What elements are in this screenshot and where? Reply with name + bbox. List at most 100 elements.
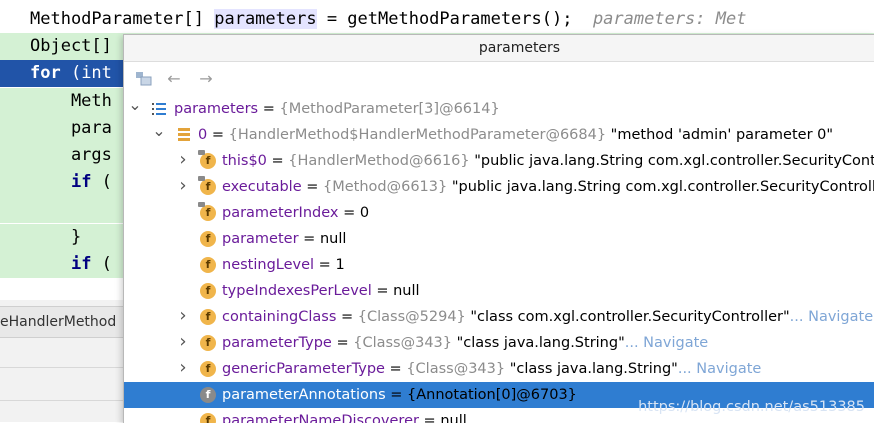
row-val: "class java.lang.String" — [452, 335, 625, 351]
field-icon: f — [200, 361, 216, 377]
row-val: 1 — [335, 257, 345, 273]
divider — [0, 367, 124, 368]
code-token: parameters — [214, 9, 317, 29]
row-eq: = — [314, 257, 336, 273]
row-name: this$0 — [222, 153, 267, 169]
code-token: Meth — [30, 90, 112, 111]
row-name: parameterIndex — [222, 205, 339, 221]
row-ref: {Class@343} — [406, 361, 506, 377]
row-nav[interactable]: ... Navigate — [625, 335, 708, 351]
expand-arrow-icon[interactable]: › — [176, 356, 190, 381]
row-eq: = — [385, 387, 407, 403]
row-eq: = — [371, 283, 394, 299]
row-name: 0 — [198, 127, 208, 143]
row-ref: {Class@5294} — [357, 309, 466, 325]
row-val: 0 — [359, 205, 370, 221]
field-icon: f — [200, 283, 216, 299]
divider — [0, 400, 124, 401]
array-list-icon — [152, 101, 166, 117]
row-eq: = — [331, 335, 354, 351]
row-eq: = — [258, 101, 280, 117]
expand-arrow-icon[interactable]: › — [176, 174, 190, 199]
tree-row[interactable]: ⌄ 0 = {HandlerMethod$HandlerMethodParamet… — [124, 122, 874, 148]
code-token: parameters: Met — [592, 9, 747, 29]
row-name: genericParameterType — [222, 361, 385, 377]
row-eq: = — [336, 309, 358, 325]
code-token: if — [70, 253, 92, 274]
row-val: "class java.lang.String" — [505, 361, 678, 377]
tree-row[interactable]: › f executable = {Method@6613} "public jav… — [124, 174, 874, 200]
row-val: "public java.lang.String com.xgl.control… — [469, 153, 874, 169]
row-nav[interactable]: ... Navigate — [678, 361, 761, 377]
code-token: para — [30, 117, 112, 138]
code-token: } — [30, 226, 82, 247]
collapse-arrow-icon[interactable]: ⌄ — [128, 96, 142, 118]
code-token: ( — [91, 172, 112, 193]
code-token: Object[] — [30, 36, 112, 57]
variables-popup[interactable]: parameters ← → ⌄ parameters = {MethodPara… — [123, 34, 874, 423]
row-eq: = — [301, 179, 323, 195]
row-name: nestingLevel — [222, 257, 315, 273]
forward-arrow-icon[interactable]: → — [196, 69, 216, 89]
code-token: = getMethodParameters(); — [316, 9, 593, 29]
final-field-icon: f — [198, 150, 216, 169]
row-eq: = — [298, 231, 320, 247]
row-ref: {Class@343} — [353, 335, 453, 351]
navigate-icon[interactable] — [134, 69, 154, 89]
tree-row[interactable]: f typeIndexesPerLevel = null — [124, 278, 874, 304]
tree-row[interactable]: › f genericParameterType = {Class@343} "cl… — [124, 356, 874, 382]
tree-row[interactable]: f parameterIndex = 0 — [124, 200, 874, 226]
code-token: (int — [60, 63, 112, 84]
expand-arrow-icon[interactable]: › — [176, 304, 190, 329]
row-name: parameter — [222, 231, 299, 247]
row-val: "method 'admin' parameter 0" — [606, 127, 834, 143]
editor-tab-label: eHandlerMethod — [0, 314, 117, 330]
row-eq: = — [338, 205, 360, 221]
row-ref: {MethodParameter[3]@6614} — [279, 101, 500, 117]
row-val: null — [319, 231, 347, 247]
code-token: ( — [91, 253, 112, 274]
popup-toolbar: ← → — [124, 62, 874, 96]
field-icon: f — [200, 309, 216, 325]
row-ref: {HandlerMethod$HandlerMethodParameter@66… — [228, 127, 607, 143]
code-token: for — [30, 63, 61, 84]
row-eq: = — [384, 361, 407, 377]
row-name: containingClass — [222, 309, 337, 325]
tree-row[interactable]: › f parameterType = {Class@343} "class jav… — [124, 330, 874, 356]
collapse-arrow-icon[interactable]: ⌄ — [152, 122, 166, 144]
row-name: typeIndexesPerLevel — [222, 283, 372, 299]
tree-row[interactable]: › f this$0 = {HandlerMethod@6616} "public … — [124, 148, 874, 174]
tree-row[interactable]: f nestingLevel = 1 — [124, 252, 874, 278]
final-field-icon: f — [198, 176, 216, 195]
expand-arrow-icon[interactable]: › — [176, 148, 190, 173]
popup-title: parameters — [124, 35, 874, 62]
row-val: "public java.lang.String com.xgl.control… — [447, 179, 874, 195]
tree-row[interactable]: ⌄ parameters = {MethodParameter[3]@6614} — [124, 96, 874, 122]
code-line[interactable]: MethodParameter[] parameters = getMethod… — [0, 6, 874, 33]
row-eq: = — [266, 153, 289, 169]
expand-arrow-icon[interactable]: › — [176, 330, 190, 355]
field-icon: f — [200, 335, 216, 351]
watermark: https://blog.csdn.net/as513385 — [638, 399, 865, 415]
row-name: parameterType — [222, 335, 332, 351]
code-token: args — [30, 145, 112, 165]
row-ref: {HandlerMethod@6616} — [288, 153, 470, 169]
row-name: executable — [222, 179, 302, 195]
editor-tab[interactable]: eHandlerMethod — [0, 306, 124, 338]
row-val: null — [393, 283, 420, 299]
code-token: if — [70, 172, 92, 193]
array-element-icon — [176, 128, 192, 142]
row-val: "class com.xgl.controller.SecurityContro… — [465, 309, 790, 325]
code-token: MethodParameter[] — [30, 9, 215, 29]
row-name: parameterAnnotations — [222, 387, 386, 403]
row-eq: = — [207, 127, 229, 143]
row-ref: {Method@6613} — [322, 179, 448, 195]
final-field-icon: f — [198, 202, 216, 221]
back-arrow-icon[interactable]: ← — [164, 69, 184, 89]
tree-row[interactable]: › f containingClass = {Class@5294} "class … — [124, 304, 874, 330]
field-icon: f — [200, 257, 216, 273]
tree-row[interactable]: f parameter = null — [124, 226, 874, 252]
row-nav[interactable]: ... Navigate — [790, 309, 873, 325]
field-icon: f — [200, 231, 216, 247]
